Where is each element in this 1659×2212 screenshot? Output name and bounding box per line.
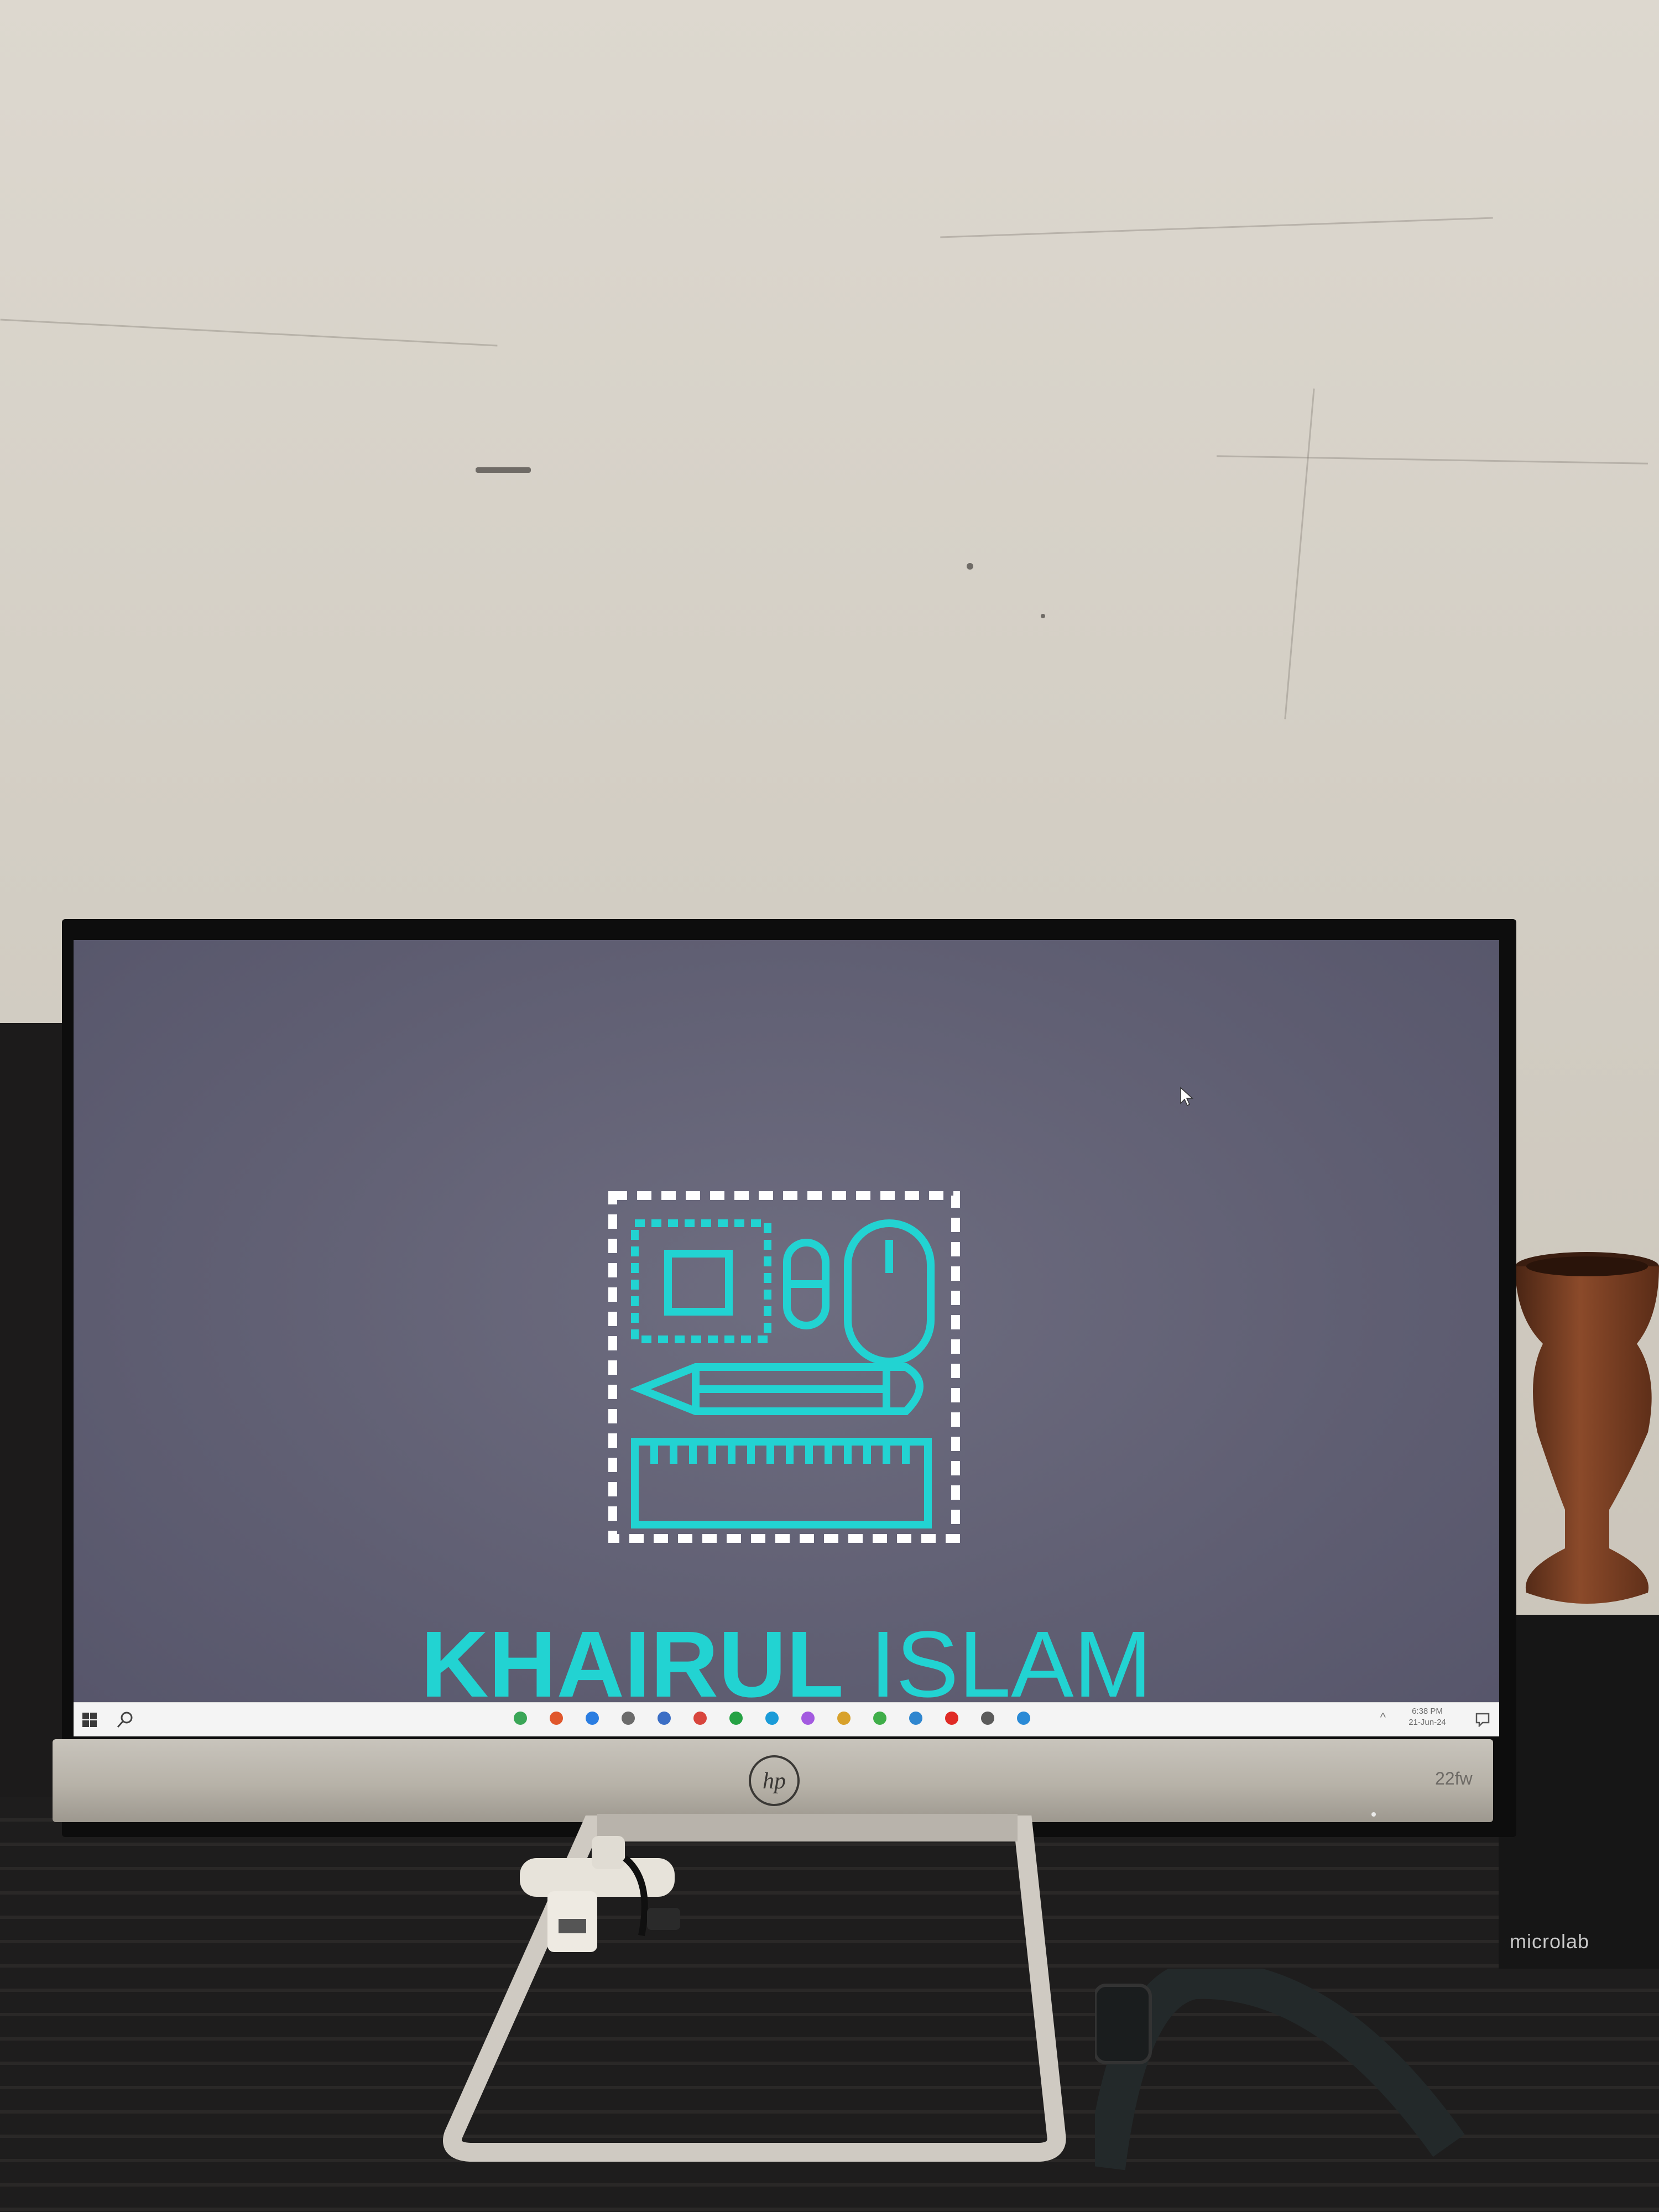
office-icon[interactable]: [546, 1708, 566, 1728]
design-tools-logo-icon: [608, 1191, 960, 1543]
calendar-icon[interactable]: [978, 1708, 998, 1728]
wall-crack: [1284, 388, 1315, 719]
blue-app-icon[interactable]: [582, 1708, 602, 1728]
circle-app-icon-glyph: [909, 1712, 922, 1725]
search-icon[interactable]: [116, 1710, 134, 1729]
messenger-icon-glyph: [801, 1712, 815, 1725]
circle-app-icon[interactable]: [906, 1708, 926, 1728]
calendar-icon-glyph: [981, 1712, 994, 1725]
photos-icon-glyph: [837, 1712, 851, 1725]
smartwatch: [1095, 1969, 1465, 2171]
app-green-icon[interactable]: [510, 1708, 530, 1728]
desktop-name-label: KHAIRUL ISLAM: [74, 1618, 1499, 1712]
whatsapp-icon[interactable]: [726, 1708, 746, 1728]
clock-time: 6:38 PM: [1412, 1707, 1443, 1716]
wall-crack: [940, 217, 1493, 238]
speaker-brand-label: microlab: [1509, 1930, 1590, 1953]
youtube-icon-glyph: [945, 1712, 958, 1725]
svg-text:hp: hp: [763, 1768, 786, 1794]
desktop-screen: KHAIRUL ISLAM ^ 6:38 PM 21-Jun-24: [74, 940, 1499, 1736]
wall-crack: [0, 319, 498, 347]
right-speaker: [1499, 1615, 1659, 1969]
name-last: ISLAM: [869, 1612, 1152, 1717]
name-first: KHAIRUL: [420, 1612, 844, 1717]
edge-icon[interactable]: [762, 1708, 782, 1728]
wall-mark: [476, 467, 531, 473]
whatsapp-icon-glyph: [729, 1712, 743, 1725]
windows-start-icon[interactable]: [81, 1712, 98, 1728]
youtube-icon[interactable]: [942, 1708, 962, 1728]
mouse-cursor-icon: [1180, 1087, 1193, 1107]
power-led: [1371, 1812, 1376, 1817]
show-hidden-icons-icon[interactable]: ^: [1380, 1710, 1386, 1725]
app-green-icon-glyph: [514, 1712, 527, 1725]
wall-mark: [967, 563, 973, 570]
remote-desktop-icon-glyph: [622, 1712, 635, 1725]
edge-icon-glyph: [765, 1712, 779, 1725]
usb-hub: [520, 1836, 680, 1952]
browser-red-icon-glyph: [693, 1712, 707, 1725]
office-icon-glyph: [550, 1712, 563, 1725]
remote-desktop-icon[interactable]: [618, 1708, 638, 1728]
green-tool-icon[interactable]: [870, 1708, 890, 1728]
bing-icon[interactable]: [654, 1708, 674, 1728]
taskbar-clock[interactable]: 6:38 PM 21-Jun-24: [1389, 1706, 1466, 1728]
green-tool-icon-glyph: [873, 1712, 886, 1725]
windows-taskbar: ^ 6:38 PM 21-Jun-24: [74, 1702, 1499, 1736]
monitor-model-label: 22fw: [1435, 1768, 1473, 1788]
hp-logo-icon: hp: [749, 1755, 800, 1806]
notification-icon[interactable]: [1475, 1712, 1490, 1727]
clock-date: 21-Jun-24: [1408, 1718, 1446, 1727]
wall-crack: [1217, 455, 1648, 465]
messenger-icon[interactable]: [798, 1708, 818, 1728]
wooden-vase: [1515, 1252, 1659, 1604]
wall-mark: [1041, 614, 1045, 618]
photos-icon[interactable]: [834, 1708, 854, 1728]
pinned-apps: [510, 1708, 1034, 1731]
vscode-icon[interactable]: [1014, 1708, 1034, 1728]
blue-app-icon-glyph: [586, 1712, 599, 1725]
vscode-icon-glyph: [1017, 1712, 1030, 1725]
browser-red-icon[interactable]: [690, 1708, 710, 1728]
bing-icon-glyph: [658, 1712, 671, 1725]
